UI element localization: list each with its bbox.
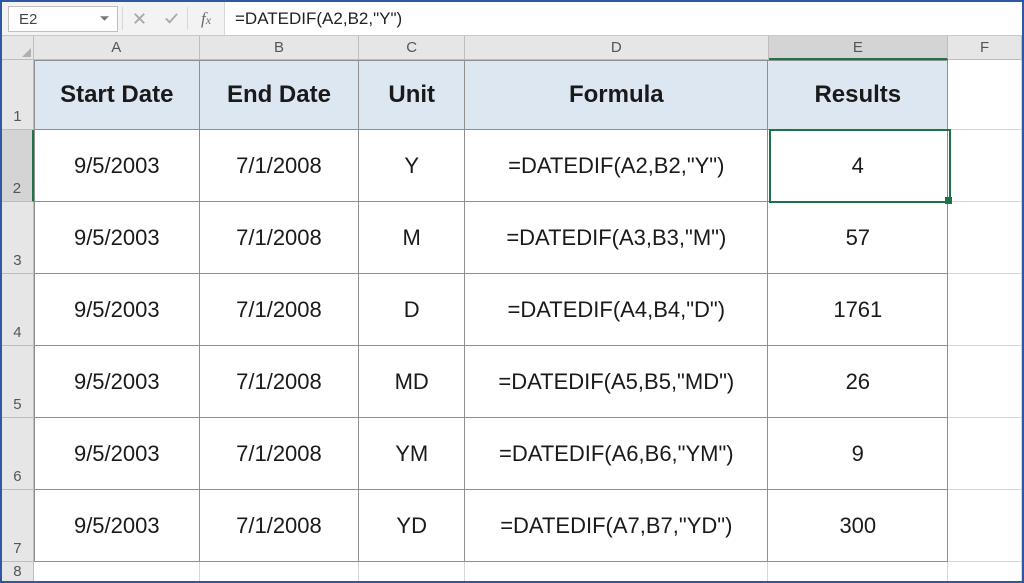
cell-B4[interactable]: 7/1/2008 xyxy=(200,274,360,346)
cell-C2[interactable]: Y xyxy=(359,130,465,202)
cell-F2[interactable] xyxy=(948,130,1022,202)
cell-F5[interactable] xyxy=(948,346,1022,418)
row-header-2[interactable]: 2 xyxy=(2,130,34,202)
cell-F4[interactable] xyxy=(948,274,1022,346)
cell-E7[interactable]: 300 xyxy=(768,490,948,562)
table-row: 1 Start Date End Date Unit Formula Resul… xyxy=(2,60,1022,130)
cell-B5[interactable]: 7/1/2008 xyxy=(200,346,360,418)
table-row: 2 9/5/2003 7/1/2008 Y =DATEDIF(A2,B2,"Y"… xyxy=(2,130,1022,202)
cell-A7[interactable]: 9/5/2003 xyxy=(34,490,200,562)
cell-C8[interactable] xyxy=(359,562,465,581)
table-row: 4 9/5/2003 7/1/2008 D =DATEDIF(A4,B4,"D"… xyxy=(2,274,1022,346)
cell-F1[interactable] xyxy=(948,60,1022,130)
cell-E4[interactable]: 1761 xyxy=(768,274,948,346)
table-row: 6 9/5/2003 7/1/2008 YM =DATEDIF(A6,B6,"Y… xyxy=(2,418,1022,490)
cell-E2[interactable]: 4 xyxy=(768,130,948,202)
name-box-dropdown-icon[interactable] xyxy=(97,12,111,26)
cell-B7[interactable]: 7/1/2008 xyxy=(200,490,360,562)
cell-E5[interactable]: 26 xyxy=(768,346,948,418)
header-cell-E[interactable]: Results xyxy=(768,60,948,130)
cell-C7[interactable]: YD xyxy=(359,490,465,562)
cell-A5[interactable]: 9/5/2003 xyxy=(34,346,200,418)
select-all-button[interactable] xyxy=(2,36,34,59)
col-header-E[interactable]: E xyxy=(769,36,949,60)
cell-D2[interactable]: =DATEDIF(A2,B2,"Y") xyxy=(465,130,768,202)
cancel-formula-button[interactable] xyxy=(123,2,155,35)
cell-B8[interactable] xyxy=(200,562,360,581)
col-header-D[interactable]: D xyxy=(465,36,768,59)
cell-C3[interactable]: M xyxy=(359,202,465,274)
row-header-5[interactable]: 5 xyxy=(2,346,34,418)
cell-D7[interactable]: =DATEDIF(A7,B7,"YD") xyxy=(465,490,768,562)
cell-A4[interactable]: 9/5/2003 xyxy=(34,274,200,346)
formula-input-value: =DATEDIF(A2,B2,"Y") xyxy=(235,9,402,29)
formula-input[interactable]: =DATEDIF(A2,B2,"Y") xyxy=(224,2,1022,35)
header-cell-A[interactable]: Start Date xyxy=(34,60,200,130)
cell-D6[interactable]: =DATEDIF(A6,B6,"YM") xyxy=(465,418,768,490)
grid-rows: 1 Start Date End Date Unit Formula Resul… xyxy=(2,60,1022,581)
col-header-F[interactable]: F xyxy=(948,36,1022,59)
row-header-4[interactable]: 4 xyxy=(2,274,34,346)
insert-function-button[interactable]: fx xyxy=(188,2,224,35)
cell-B6[interactable]: 7/1/2008 xyxy=(200,418,360,490)
cell-D3[interactable]: =DATEDIF(A3,B3,"M") xyxy=(465,202,768,274)
cell-F8[interactable] xyxy=(948,562,1022,581)
cell-D5[interactable]: =DATEDIF(A5,B5,"MD") xyxy=(465,346,768,418)
header-cell-C[interactable]: Unit xyxy=(359,60,465,130)
cell-F7[interactable] xyxy=(948,490,1022,562)
cell-F3[interactable] xyxy=(948,202,1022,274)
row-header-6[interactable]: 6 xyxy=(2,418,34,490)
enter-formula-button[interactable] xyxy=(155,2,187,35)
header-cell-D[interactable]: Formula xyxy=(465,60,768,130)
formula-bar: E2 fx =DATEDIF(A2,B2,"Y") xyxy=(2,2,1022,36)
name-box-value: E2 xyxy=(19,11,37,28)
col-header-A[interactable]: A xyxy=(34,36,200,59)
cell-D4[interactable]: =DATEDIF(A4,B4,"D") xyxy=(465,274,768,346)
name-box[interactable]: E2 xyxy=(8,6,118,32)
table-row: 7 9/5/2003 7/1/2008 YD =DATEDIF(A7,B7,"Y… xyxy=(2,490,1022,562)
col-header-C[interactable]: C xyxy=(359,36,465,59)
cell-E6[interactable]: 9 xyxy=(768,418,948,490)
row-header-7[interactable]: 7 xyxy=(2,490,34,562)
table-row: 5 9/5/2003 7/1/2008 MD =DATEDIF(A5,B5,"M… xyxy=(2,346,1022,418)
cell-B2[interactable]: 7/1/2008 xyxy=(200,130,360,202)
cell-D8[interactable] xyxy=(465,562,768,581)
cell-E3[interactable]: 57 xyxy=(768,202,948,274)
cell-A2[interactable]: 9/5/2003 xyxy=(34,130,200,202)
cell-A6[interactable]: 9/5/2003 xyxy=(34,418,200,490)
cell-A8[interactable] xyxy=(34,562,200,581)
cell-C4[interactable]: D xyxy=(359,274,465,346)
row-header-3[interactable]: 3 xyxy=(2,202,34,274)
cell-C5[interactable]: MD xyxy=(359,346,465,418)
cell-B3[interactable]: 7/1/2008 xyxy=(200,202,360,274)
cell-E8[interactable] xyxy=(768,562,948,581)
cell-C6[interactable]: YM xyxy=(359,418,465,490)
column-headers: A B C D E F xyxy=(2,36,1022,60)
col-header-B[interactable]: B xyxy=(200,36,360,59)
row-header-8[interactable]: 8 xyxy=(2,562,34,581)
table-row: 3 9/5/2003 7/1/2008 M =DATEDIF(A3,B3,"M"… xyxy=(2,202,1022,274)
cell-A3[interactable]: 9/5/2003 xyxy=(34,202,200,274)
header-cell-B[interactable]: End Date xyxy=(200,60,360,130)
table-row: 8 xyxy=(2,562,1022,581)
row-header-1[interactable]: 1 xyxy=(2,60,34,130)
cell-F6[interactable] xyxy=(948,418,1022,490)
worksheet[interactable]: A B C D E F 1 Start Date End Date Unit F… xyxy=(2,36,1022,581)
